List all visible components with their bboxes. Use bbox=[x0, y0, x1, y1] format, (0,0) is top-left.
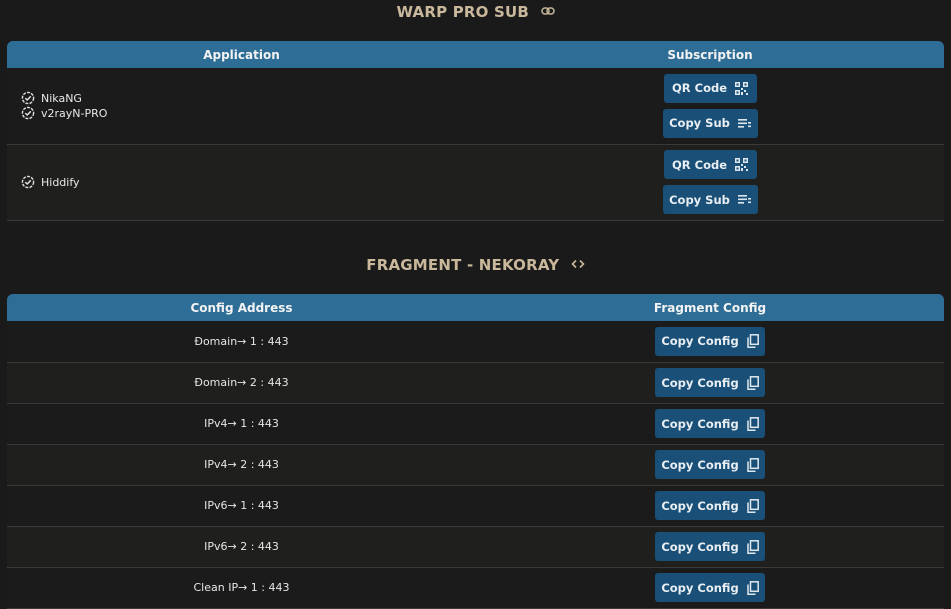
config-cell: Copy Config bbox=[476, 485, 944, 527]
link-icon[interactable] bbox=[540, 2, 555, 20]
copy-icon bbox=[746, 416, 759, 431]
copy-config-label: Copy Config bbox=[661, 416, 739, 431]
qr-code-icon bbox=[735, 158, 749, 171]
check-circle-icon bbox=[21, 106, 35, 120]
app-name: NikaNG bbox=[41, 91, 82, 105]
copy-sub-button[interactable]: Copy Sub bbox=[662, 185, 758, 214]
copy-config-button[interactable]: Copy Config bbox=[655, 326, 765, 356]
copy-config-label: Copy Config bbox=[661, 457, 739, 472]
app-name: Hiddify bbox=[41, 175, 80, 189]
qr-code-label: QR Code bbox=[672, 81, 728, 96]
table-row: IPv4→ 2 : 443 Copy Config bbox=[7, 444, 944, 486]
app-name: v2rayN-PRO bbox=[41, 106, 108, 120]
config-address: IPv4→ 2 : 443 bbox=[7, 444, 476, 486]
table-row: Hiddify QR Code Copy Sub bbox=[7, 144, 944, 221]
config-address: IPv4→ 1 : 443 bbox=[7, 403, 476, 445]
config-cell: Copy Config bbox=[476, 444, 944, 486]
config-address: IPv6→ 2 : 443 bbox=[7, 526, 476, 568]
config-cell: Copy Config bbox=[476, 567, 944, 609]
copy-icon bbox=[746, 457, 759, 472]
copy-config-label: Copy Config bbox=[661, 580, 739, 595]
qr-code-button[interactable]: QR Code bbox=[663, 73, 757, 103]
config-address: Đomain→ 2 : 443 bbox=[7, 362, 476, 404]
qr-code-icon bbox=[735, 81, 749, 95]
warp-title-text: WARP PRO SUB bbox=[396, 3, 530, 21]
copy-config-label: Copy Config bbox=[661, 334, 739, 349]
playlist-icon bbox=[737, 118, 751, 129]
copy-sub-button[interactable]: Copy Sub bbox=[662, 108, 758, 138]
fragment-table-header: Config Address Fragment Config bbox=[7, 294, 944, 321]
copy-icon bbox=[746, 580, 759, 595]
qr-code-label: QR Code bbox=[672, 157, 728, 172]
subscription-cell: QR Code Copy Sub bbox=[476, 68, 944, 145]
copy-icon bbox=[746, 334, 759, 349]
config-cell: Copy Config bbox=[476, 403, 944, 445]
copy-config-button[interactable]: Copy Config bbox=[655, 491, 765, 520]
warp-section-title: WARP PRO SUB bbox=[0, 3, 951, 21]
table-row: Đomain→ 1 : 443 Copy Config bbox=[7, 321, 944, 363]
header-application: Application bbox=[7, 41, 476, 68]
table-row: NikaNG v2rayN-PRO QR Code Copy Sub bbox=[7, 68, 944, 145]
copy-sub-label: Copy Sub bbox=[669, 116, 730, 131]
copy-config-button[interactable]: Copy Config bbox=[655, 532, 765, 561]
table-row: IPv6→ 1 : 443 Copy Config bbox=[7, 485, 944, 527]
playlist-icon bbox=[737, 194, 751, 205]
config-address: Clean IP→ 1 : 443 bbox=[7, 567, 476, 609]
copy-config-label: Copy Config bbox=[661, 539, 739, 554]
fragment-title-text: FRAGMENT - NEKORAY bbox=[366, 256, 560, 274]
fragment-config-table: Config Address Fragment Config Đomain→ 1… bbox=[7, 294, 944, 609]
page: WARP PRO SUB Application Subscription Ni… bbox=[0, 0, 951, 609]
table-row: IPv4→ 1 : 443 Copy Config bbox=[7, 403, 944, 445]
fragment-section-title: FRAGMENT - NEKORAY bbox=[0, 256, 951, 274]
copy-icon bbox=[746, 375, 759, 390]
copy-config-label: Copy Config bbox=[661, 498, 739, 513]
config-cell: Copy Config bbox=[476, 321, 944, 363]
copy-sub-label: Copy Sub bbox=[669, 192, 730, 207]
header-config-address: Config Address bbox=[7, 294, 476, 321]
check-circle-icon bbox=[21, 91, 35, 105]
check-circle-icon bbox=[21, 175, 35, 189]
copy-config-button[interactable]: Copy Config bbox=[655, 368, 765, 397]
copy-icon bbox=[746, 498, 759, 513]
code-icon[interactable] bbox=[571, 255, 585, 273]
table-row: Đomain→ 2 : 443 Copy Config bbox=[7, 362, 944, 404]
config-address: Đomain→ 1 : 443 bbox=[7, 321, 476, 363]
warp-table-header: Application Subscription bbox=[7, 41, 944, 68]
qr-code-button[interactable]: QR Code bbox=[663, 150, 757, 179]
config-cell: Copy Config bbox=[476, 362, 944, 404]
copy-config-label: Copy Config bbox=[661, 375, 739, 390]
app-cell: Hiddify bbox=[7, 144, 476, 221]
header-fragment-config: Fragment Config bbox=[476, 294, 944, 321]
table-row: IPv6→ 2 : 443 Copy Config bbox=[7, 526, 944, 568]
header-subscription: Subscription bbox=[476, 41, 944, 68]
subscription-cell: QR Code Copy Sub bbox=[476, 144, 944, 221]
config-address: IPv6→ 1 : 443 bbox=[7, 485, 476, 527]
app-entry: Hiddify bbox=[21, 175, 476, 190]
table-row: Clean IP→ 1 : 443 Copy Config bbox=[7, 567, 944, 609]
copy-config-button[interactable]: Copy Config bbox=[655, 450, 765, 479]
config-cell: Copy Config bbox=[476, 526, 944, 568]
app-entry: v2rayN-PRO bbox=[21, 106, 476, 121]
copy-config-button[interactable]: Copy Config bbox=[655, 409, 765, 438]
app-cell: NikaNG v2rayN-PRO bbox=[7, 68, 476, 145]
copy-config-button[interactable]: Copy Config bbox=[655, 573, 765, 602]
app-entry: NikaNG bbox=[21, 91, 476, 106]
warp-sub-table: Application Subscription NikaNG v2rayN-P… bbox=[7, 41, 944, 221]
copy-icon bbox=[746, 539, 759, 554]
